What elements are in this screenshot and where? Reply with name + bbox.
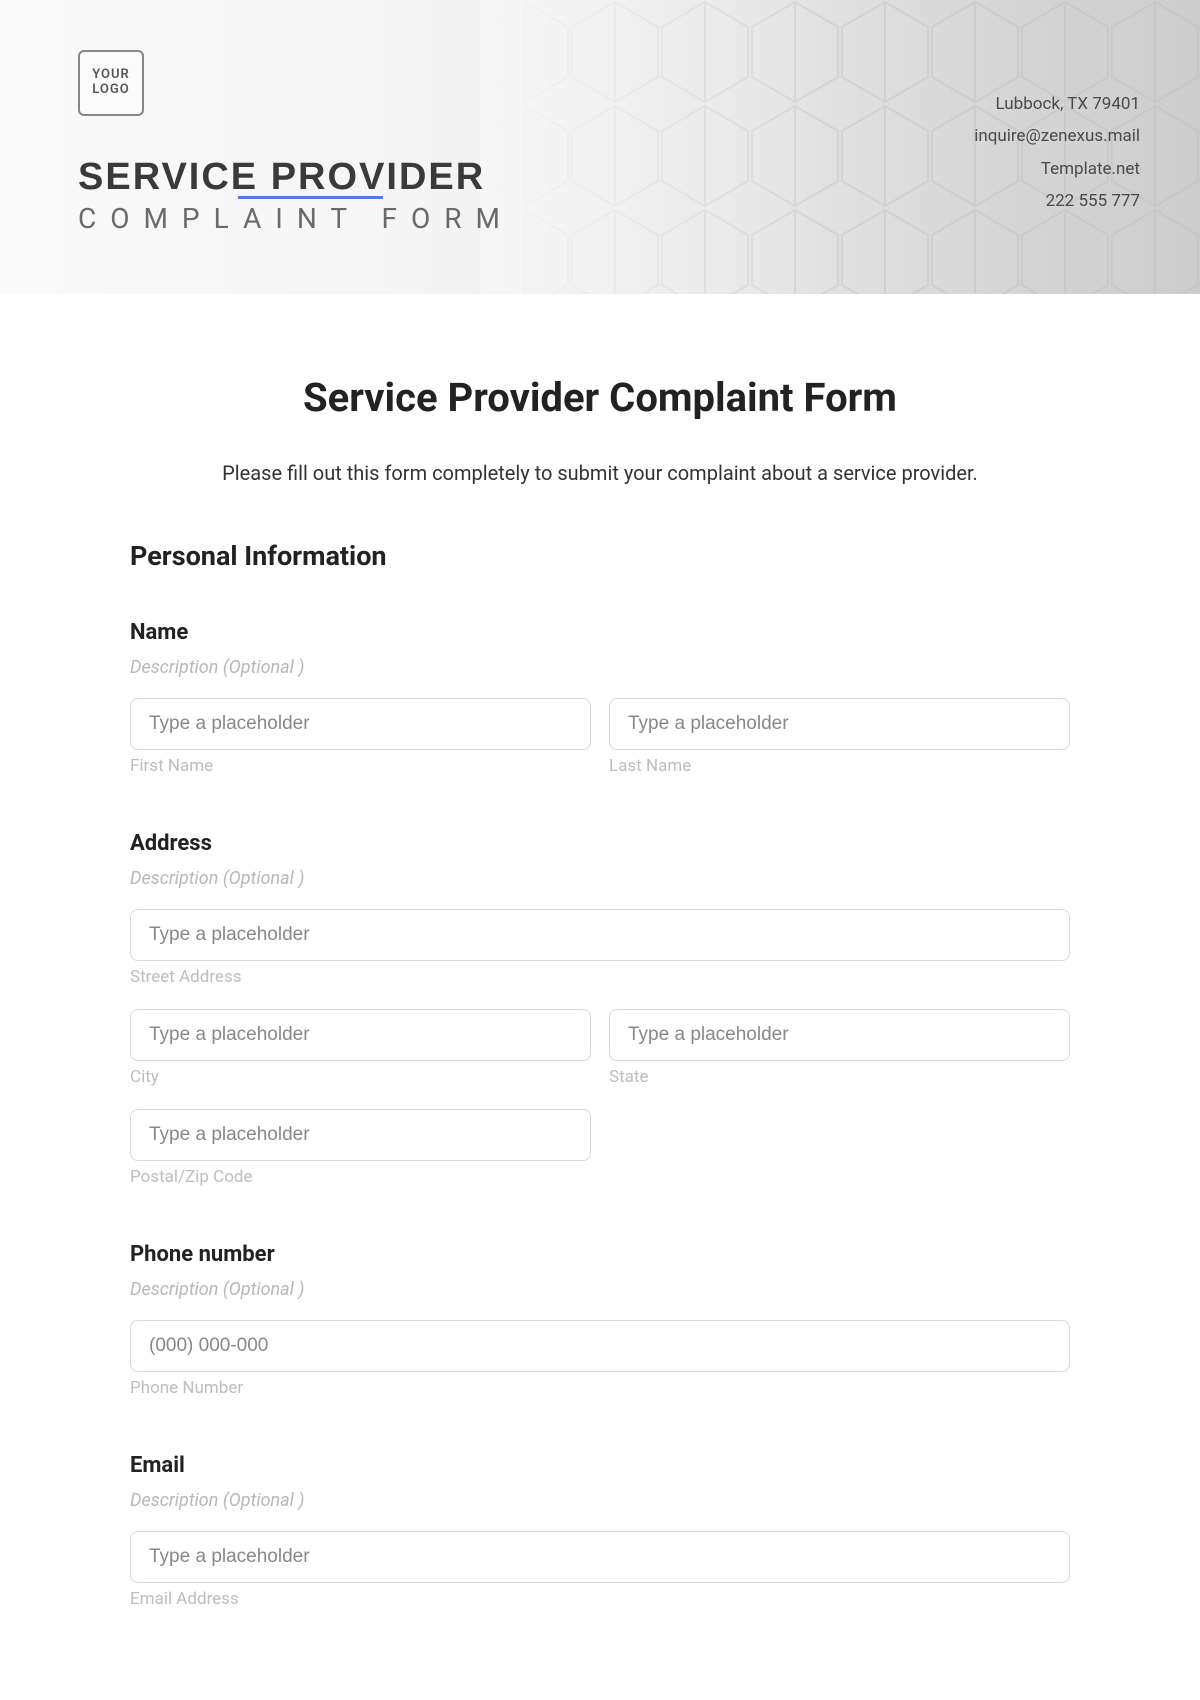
email-sublabel: Email Address — [130, 1589, 1070, 1609]
zip-sublabel: Postal/Zip Code — [130, 1167, 591, 1187]
phone-group: Phone number Description (Optional ) Pho… — [130, 1242, 1070, 1398]
name-group: Name Description (Optional ) First Name … — [130, 620, 1070, 776]
hero-title-line2: COMPLAINT FORM — [78, 202, 514, 235]
title-underline-accent — [238, 196, 383, 199]
first-name-field-wrap: First Name — [130, 698, 591, 776]
address-group: Address Description (Optional ) Street A… — [130, 831, 1070, 1187]
last-name-field-wrap: Last Name — [609, 698, 1070, 776]
email-group: Email Description (Optional ) Email Addr… — [130, 1453, 1070, 1609]
state-sublabel: State — [609, 1067, 1070, 1087]
address-description: Description (Optional ) — [130, 868, 1070, 889]
email-description: Description (Optional ) — [130, 1490, 1070, 1511]
street-input[interactable] — [130, 909, 1070, 961]
state-input[interactable] — [609, 1009, 1070, 1061]
phone-field-wrap: Phone Number — [130, 1320, 1070, 1398]
contact-email: inquire@zenexus.mail — [974, 120, 1140, 152]
hero-title-line1-text: SERVICE PROVIDER — [78, 156, 485, 198]
state-field-wrap: State — [609, 1009, 1070, 1087]
hero-title: SERVICE PROVIDER COMPLAINT FORM — [78, 158, 514, 235]
contact-block: Lubbock, TX 79401 inquire@zenexus.mail T… — [974, 88, 1140, 217]
phone-description: Description (Optional ) — [130, 1279, 1070, 1300]
zip-field-wrap: Postal/Zip Code — [130, 1109, 591, 1187]
hero-banner: YOUR LOGO SERVICE PROVIDER COMPLAINT FOR… — [0, 0, 1200, 294]
phone-sublabel: Phone Number — [130, 1378, 1070, 1398]
last-name-input[interactable] — [609, 698, 1070, 750]
email-input[interactable] — [130, 1531, 1070, 1583]
name-description: Description (Optional ) — [130, 657, 1070, 678]
form-page: Service Provider Complaint Form Please f… — [0, 294, 1200, 1609]
contact-address: Lubbock, TX 79401 — [974, 88, 1140, 120]
zip-input[interactable] — [130, 1109, 591, 1161]
email-label: Email — [130, 1453, 1070, 1478]
street-field-wrap: Street Address — [130, 909, 1070, 987]
contact-site: Template.net — [974, 153, 1140, 185]
street-sublabel: Street Address — [130, 967, 1070, 987]
city-input[interactable] — [130, 1009, 591, 1061]
contact-phone: 222 555 777 — [974, 185, 1140, 217]
page-title: Service Provider Complaint Form — [130, 374, 1070, 421]
address-label: Address — [130, 831, 1070, 856]
page-intro: Please fill out this form completely to … — [130, 461, 1070, 485]
first-name-input[interactable] — [130, 698, 591, 750]
city-sublabel: City — [130, 1067, 591, 1087]
logo-text: YOUR LOGO — [92, 68, 130, 98]
hero-title-line1: SERVICE PROVIDER — [78, 158, 514, 196]
email-field-wrap: Email Address — [130, 1531, 1070, 1609]
first-name-sublabel: First Name — [130, 756, 591, 776]
phone-label: Phone number — [130, 1242, 1070, 1267]
last-name-sublabel: Last Name — [609, 756, 1070, 776]
city-field-wrap: City — [130, 1009, 591, 1087]
phone-input[interactable] — [130, 1320, 1070, 1372]
logo-placeholder: YOUR LOGO — [78, 50, 144, 116]
name-label: Name — [130, 620, 1070, 645]
section-personal-heading: Personal Information — [130, 540, 1070, 572]
